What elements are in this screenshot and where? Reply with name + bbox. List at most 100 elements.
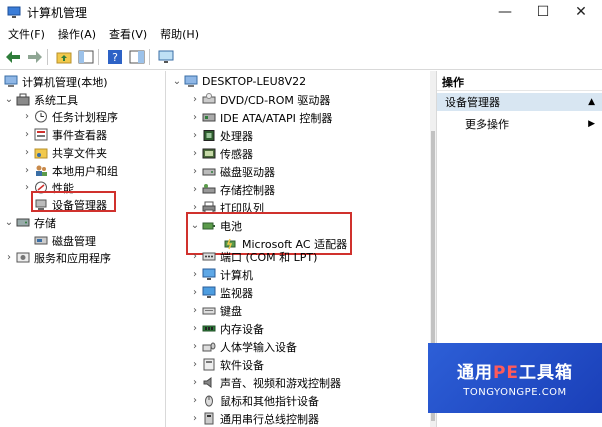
tree-system-tools-label: 系统工具 (34, 93, 78, 107)
device-category-storage-ctrl[interactable]: › 存储控制器 (190, 181, 275, 198)
actions-header: 操作 (437, 73, 602, 91)
tree-local-users[interactable]: › 本地用户和组 (22, 162, 118, 179)
chevron-right-icon[interactable]: › (22, 147, 32, 158)
actions-more[interactable]: 更多操作 ▶ (437, 115, 602, 132)
chevron-right-icon[interactable]: › (190, 323, 200, 334)
help-button[interactable]: ? (106, 48, 124, 66)
device-category-keyboards[interactable]: › 键盘 (190, 302, 242, 319)
scan-hardware-button[interactable] (157, 48, 175, 66)
chevron-right-icon[interactable]: › (190, 287, 200, 298)
device-category-hid-label: 人体学输入设备 (220, 340, 297, 354)
services-icon (16, 251, 30, 264)
chevron-right-icon[interactable]: › (190, 94, 200, 105)
device-category-sensors[interactable]: › 传感器 (190, 145, 253, 162)
actions-device-manager[interactable]: 设备管理器 ▲ (437, 93, 602, 111)
chevron-right-icon[interactable]: › (190, 148, 200, 159)
menu-bar: 文件(F) 操作(A) 查看(V) 帮助(H) (0, 24, 602, 44)
chevron-right-icon[interactable]: › (4, 252, 14, 263)
console-tree-icon (78, 50, 94, 63)
chevron-right-icon[interactable]: › (22, 111, 32, 122)
chevron-right-icon[interactable]: › (190, 130, 200, 141)
menu-help[interactable]: 帮助(H) (155, 26, 204, 42)
device-category-software[interactable]: › 软件设备 (190, 356, 264, 373)
minimize-button[interactable]: — (486, 0, 524, 24)
speaker-icon (202, 376, 216, 389)
properties-button[interactable] (128, 48, 146, 66)
clock-icon (34, 110, 48, 123)
device-category-ide[interactable]: › IDE ATA/ATAPI 控制器 (190, 109, 332, 126)
device-category-memory[interactable]: › 内存设备 (190, 320, 264, 337)
menu-file[interactable]: 文件(F) (3, 26, 50, 42)
tree-system-tools[interactable]: ⌄ 系统工具 (4, 91, 78, 108)
chevron-right-icon[interactable]: › (190, 112, 200, 123)
software-device-icon (202, 358, 216, 371)
device-category-computer[interactable]: › 计算机 (190, 266, 253, 283)
chevron-right-icon[interactable]: › (190, 377, 200, 388)
chevron-right-icon[interactable]: › (190, 413, 200, 424)
tree-task-scheduler[interactable]: › 任务计划程序 (22, 108, 118, 125)
chevron-right-icon[interactable]: › (190, 184, 200, 195)
device-category-usb[interactable]: › 通用串行总线控制器 (190, 410, 319, 427)
chevron-right-icon[interactable]: › (22, 129, 32, 140)
desktop-computer-icon (184, 75, 198, 88)
tree-event-viewer[interactable]: › 事件查看器 (22, 126, 107, 143)
watermark-title-pe: PE (492, 363, 520, 383)
console-tree-pane: 计算机管理(本地) ⌄ 系统工具 › 任务计划程序 › 事件查看器 › 共享文件… (0, 71, 166, 427)
chevron-right-icon[interactable]: › (190, 359, 200, 370)
tree-task-scheduler-label: 任务计划程序 (52, 110, 118, 124)
mouse-icon (202, 394, 216, 407)
tree-root-label: 计算机管理(本地) (22, 75, 108, 89)
chevron-right-icon[interactable]: › (190, 166, 200, 177)
device-category-storage-ctrl-label: 存储控制器 (220, 183, 275, 197)
tree-services-apps[interactable]: › 服务和应用程序 (4, 249, 111, 266)
device-category-mice[interactable]: › 鼠标和其他指针设备 (190, 392, 319, 409)
chevron-right-icon[interactable]: › (190, 251, 200, 262)
device-category-processor-label: 处理器 (220, 129, 253, 143)
device-category-disk-drives[interactable]: › 磁盘驱动器 (190, 163, 275, 180)
menu-view[interactable]: 查看(V) (104, 26, 152, 42)
toolbar: ? (0, 44, 602, 70)
collapse-arrow-icon[interactable]: ▲ (588, 97, 595, 107)
chevron-right-icon[interactable]: › (190, 305, 200, 316)
back-button[interactable] (4, 48, 22, 66)
device-category-hid[interactable]: › 人体学输入设备 (190, 338, 297, 355)
show-hide-tree-button[interactable] (77, 48, 95, 66)
close-button[interactable]: ✕ (562, 0, 600, 24)
up-level-button[interactable] (55, 48, 73, 66)
device-manager-highlight-box (31, 191, 116, 212)
tree-root[interactable]: 计算机管理(本地) (2, 73, 108, 90)
tree-event-viewer-label: 事件查看器 (52, 128, 107, 142)
chevron-right-icon[interactable]: › (190, 269, 200, 280)
device-category-ports-label: 端口 (COM 和 LPT) (220, 250, 318, 264)
tree-disk-management[interactable]: 磁盘管理 (32, 232, 96, 249)
chevron-down-icon[interactable]: ⌄ (172, 76, 182, 87)
submenu-arrow-icon: ▶ (588, 118, 595, 129)
tree-storage[interactable]: ⌄ 存储 (4, 214, 56, 231)
memory-icon (202, 322, 216, 335)
maximize-button[interactable]: ☐ (524, 0, 562, 24)
svg-text:?: ? (112, 51, 118, 64)
chevron-right-icon[interactable]: › (190, 341, 200, 352)
help-icon: ? (108, 49, 122, 64)
device-category-monitors-label: 监视器 (220, 286, 253, 300)
sensor-icon (202, 147, 216, 160)
device-category-monitors[interactable]: › 监视器 (190, 284, 253, 301)
tree-shared-folders[interactable]: › 共享文件夹 (22, 144, 107, 161)
chevron-right-icon[interactable]: › (22, 165, 32, 176)
device-category-processor[interactable]: › 处理器 (190, 127, 253, 144)
port-icon (202, 250, 216, 263)
device-tree-computer[interactable]: ⌄ DESKTOP-LEU8V22 (172, 73, 306, 90)
chevron-down-icon[interactable]: ⌄ (4, 94, 14, 105)
device-category-audio[interactable]: › 声音、视频和游戏控制器 (190, 374, 341, 391)
monitor-icon (202, 268, 216, 281)
chevron-down-icon[interactable]: ⌄ (4, 217, 14, 228)
actions-device-manager-label: 设备管理器 (445, 96, 500, 109)
forward-button[interactable] (26, 48, 44, 66)
device-category-dvd[interactable]: › DVD/CD-ROM 驱动器 (190, 91, 330, 108)
device-category-ports[interactable]: › 端口 (COM 和 LPT) (190, 248, 317, 265)
menu-action[interactable]: 操作(A) (53, 26, 101, 42)
device-tree-computer-label: DESKTOP-LEU8V22 (202, 75, 307, 88)
display-icon (202, 286, 216, 299)
watermark-logo: 通用PE工具箱 TONGYONGPE.COM (428, 343, 602, 413)
chevron-right-icon[interactable]: › (190, 395, 200, 406)
